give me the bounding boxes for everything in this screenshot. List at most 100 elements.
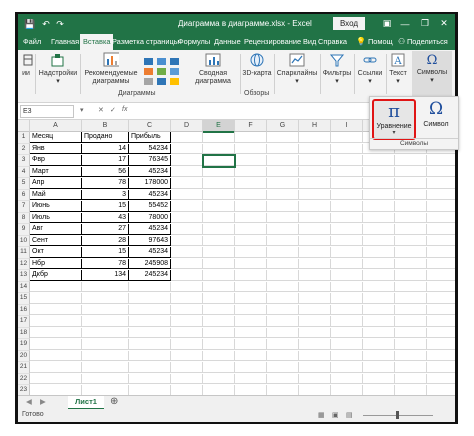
cell-i6[interactable] (331, 189, 363, 200)
cell-j16[interactable] (363, 304, 395, 315)
cell-a20[interactable] (30, 350, 82, 361)
cell-e5[interactable] (203, 178, 235, 189)
ribbon-options-icon[interactable]: ▣ (380, 17, 394, 30)
cell-g2[interactable] (267, 143, 299, 154)
row-header-10[interactable]: 10 (18, 235, 30, 247)
cell-l10[interactable] (427, 236, 455, 246)
cell-f23[interactable] (235, 385, 267, 396)
cell-e18[interactable] (203, 327, 235, 338)
zoom-thumb[interactable] (396, 411, 399, 419)
cell-i21[interactable] (331, 362, 363, 373)
cell-h6[interactable] (299, 189, 331, 200)
cell-h19[interactable] (299, 339, 331, 350)
cell-d3[interactable] (171, 155, 203, 166)
row-header-11[interactable]: 11 (18, 247, 30, 259)
cell-g3[interactable] (267, 155, 299, 166)
cell-d16[interactable] (171, 304, 203, 315)
page-break-view-icon[interactable]: ▤ (346, 411, 353, 419)
filters-button[interactable]: Фильтры ▾ (322, 52, 352, 86)
cell-g21[interactable] (267, 362, 299, 373)
cell-j19[interactable] (363, 339, 395, 350)
cell-k23[interactable] (395, 385, 427, 396)
cell-l6[interactable] (427, 190, 455, 200)
cell-a21[interactable] (30, 362, 82, 373)
chart-type-gallery[interactable] (144, 58, 179, 85)
row-header-17[interactable]: 17 (18, 316, 30, 328)
row-header-15[interactable]: 15 (18, 293, 30, 305)
cell-e19[interactable] (203, 339, 235, 350)
page-layout-view-icon[interactable]: ▣ (332, 411, 339, 419)
cell-h5[interactable] (299, 178, 331, 189)
cell-f2[interactable] (235, 143, 267, 154)
cell-c5[interactable]: 178000 (129, 178, 171, 189)
cell-i22[interactable] (331, 373, 363, 384)
cell-b17[interactable] (82, 316, 129, 327)
cell-d1[interactable] (171, 132, 203, 143)
cell-g7[interactable] (267, 201, 299, 212)
insert-function-icon[interactable]: fx (122, 106, 127, 113)
row-header-1[interactable]: 1 (18, 132, 30, 144)
row-header-18[interactable]: 18 (18, 327, 30, 339)
cell-d8[interactable] (171, 212, 203, 223)
cell-f18[interactable] (235, 327, 267, 338)
cell-a12[interactable]: Нбр (30, 258, 82, 269)
cell-h22[interactable] (299, 373, 331, 384)
cell-g4[interactable] (267, 166, 299, 177)
cell-e12[interactable] (203, 258, 235, 269)
cell-e22[interactable] (203, 373, 235, 384)
cell-g10[interactable] (267, 235, 299, 246)
cell-a23[interactable] (30, 385, 82, 396)
cell-j14[interactable] (363, 281, 395, 292)
ribbon-collapsed-left[interactable]: ии (20, 52, 33, 78)
cell-g18[interactable] (267, 327, 299, 338)
cell-a2[interactable]: Янв (30, 143, 82, 154)
cell-j4[interactable] (363, 166, 395, 177)
row-header-19[interactable]: 19 (18, 339, 30, 351)
cell-i12[interactable] (331, 258, 363, 269)
cell-h21[interactable] (299, 362, 331, 373)
cell-a11[interactable]: Окт (30, 247, 82, 258)
tab-page-layout[interactable]: Разметка страницы (112, 34, 179, 50)
column-header-c[interactable]: C (129, 120, 171, 132)
cell-g16[interactable] (267, 304, 299, 315)
cell-l23[interactable] (427, 385, 455, 396)
worksheet-grid[interactable]: ABCDEFGHIJKLM 1МесяцПроданоПрибыль2Янв14… (18, 120, 455, 404)
cell-h17[interactable] (299, 316, 331, 327)
minimize-button[interactable]: — (398, 17, 412, 30)
cell-d23[interactable] (171, 385, 203, 396)
cell-e11[interactable] (203, 247, 235, 258)
cell-f1[interactable] (235, 132, 267, 143)
cell-g23[interactable] (267, 385, 299, 396)
cell-g14[interactable] (267, 281, 299, 292)
cell-d9[interactable] (171, 224, 203, 235)
text-button[interactable]: A Текст ▾ (386, 52, 410, 86)
cell-d6[interactable] (171, 189, 203, 200)
cell-h9[interactable] (299, 224, 331, 235)
cell-l9[interactable] (427, 224, 455, 235)
cell-a1[interactable]: Месяц (30, 132, 82, 143)
cell-h20[interactable] (299, 350, 331, 361)
tab-view[interactable]: Вид (303, 34, 316, 50)
cell-b4[interactable]: 56 (82, 166, 129, 177)
cell-j20[interactable] (363, 350, 395, 361)
cell-f15[interactable] (235, 293, 267, 304)
row-header-21[interactable]: 21 (18, 362, 30, 374)
cell-c10[interactable]: 97643 (129, 235, 171, 246)
cell-k14[interactable] (395, 281, 427, 292)
cell-c12[interactable]: 245908 (129, 258, 171, 269)
cell-d19[interactable] (171, 339, 203, 350)
cell-c17[interactable] (129, 316, 171, 327)
cell-f8[interactable] (235, 212, 267, 223)
cell-j15[interactable] (363, 293, 395, 304)
cell-j7[interactable] (363, 201, 395, 212)
cell-j3[interactable] (363, 155, 395, 166)
cell-a6[interactable]: Май (30, 189, 82, 200)
cell-h8[interactable] (299, 212, 331, 223)
cell-h7[interactable] (299, 201, 331, 212)
cell-e9[interactable] (203, 224, 235, 235)
cell-b14[interactable] (82, 281, 129, 292)
cell-f17[interactable] (235, 316, 267, 327)
cell-j17[interactable] (363, 316, 395, 327)
share-button[interactable]: Поделиться (407, 34, 448, 50)
add-sheet-icon[interactable]: ⊕ (110, 396, 118, 407)
